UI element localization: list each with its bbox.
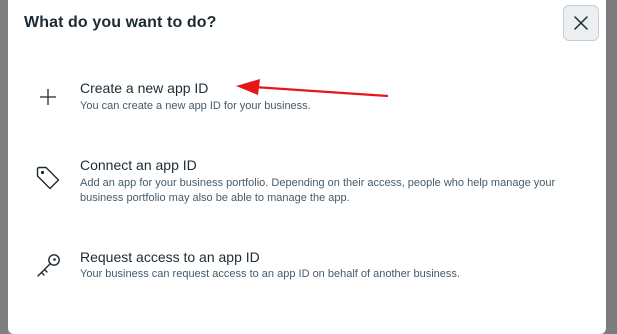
option-title: Request access to an app ID	[80, 249, 260, 265]
app-id-dialog: What do you want to do? Create a new app…	[8, 0, 606, 334]
option-title: Connect an app ID	[80, 157, 197, 173]
option-request-access[interactable]: Request access to an app ID Your busines…	[8, 240, 606, 288]
option-description: Add an app for your business portfolio. …	[80, 177, 556, 204]
key-icon	[34, 252, 62, 280]
option-title: Create a new app ID	[80, 80, 209, 96]
tag-icon	[34, 164, 62, 192]
dialog-title: What do you want to do?	[24, 14, 217, 31]
close-icon	[574, 16, 588, 30]
modal-backdrop-right	[605, 0, 617, 334]
modal-backdrop-left	[0, 0, 8, 334]
close-button[interactable]	[563, 5, 599, 41]
option-description: You can create a new app ID for your bus…	[80, 100, 311, 112]
option-description: Your business can request access to an a…	[80, 268, 460, 280]
option-create-new-app-id[interactable]: Create a new app ID You can create a new…	[8, 70, 606, 124]
option-connect-app-id[interactable]: Connect an app ID Add an app for your bu…	[8, 148, 606, 210]
plus-icon	[34, 83, 62, 111]
